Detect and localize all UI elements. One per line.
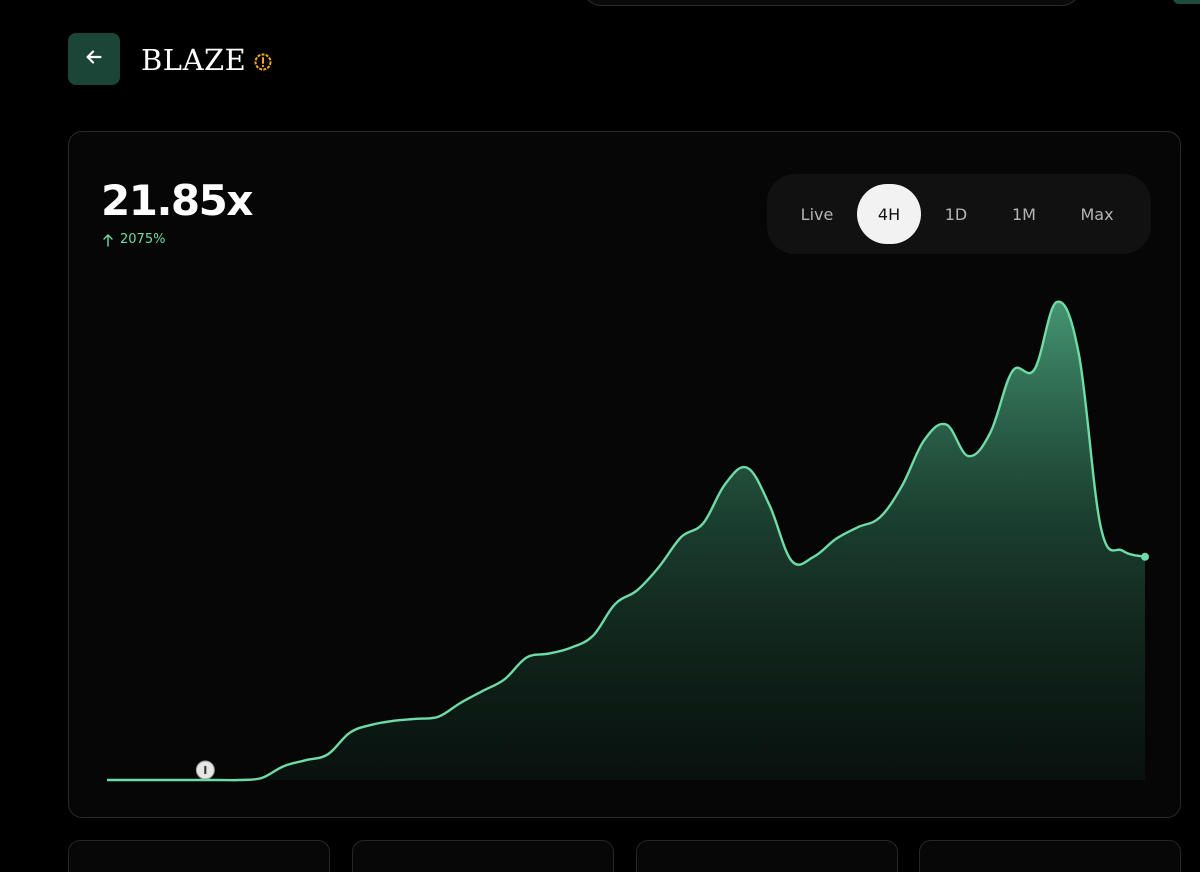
warning-circle-icon[interactable] — [252, 51, 274, 73]
stat-card — [636, 840, 898, 872]
back-button[interactable] — [68, 33, 120, 85]
arrow-left-icon — [83, 46, 105, 73]
stat-card — [68, 840, 330, 872]
header-action-button[interactable] — [1173, 0, 1200, 4]
search-bar[interactable] — [583, 0, 1080, 6]
token-name: BLAZE — [141, 43, 247, 77]
chart-last-point — [1141, 552, 1149, 561]
chart-area-fill — [107, 301, 1145, 781]
token-title: BLAZE — [141, 40, 274, 80]
page: BLAZE 21.85x 2075% Live 4H 1D 1M Max I — [0, 0, 1200, 872]
stat-card — [352, 840, 614, 872]
stat-card — [919, 840, 1181, 872]
chart-card: 21.85x 2075% Live 4H 1D 1M Max I — [68, 131, 1181, 818]
chart-event-marker[interactable]: I — [195, 760, 215, 780]
price-chart[interactable]: I — [69, 132, 1180, 817]
chart-event-marker-label: I — [203, 764, 207, 777]
